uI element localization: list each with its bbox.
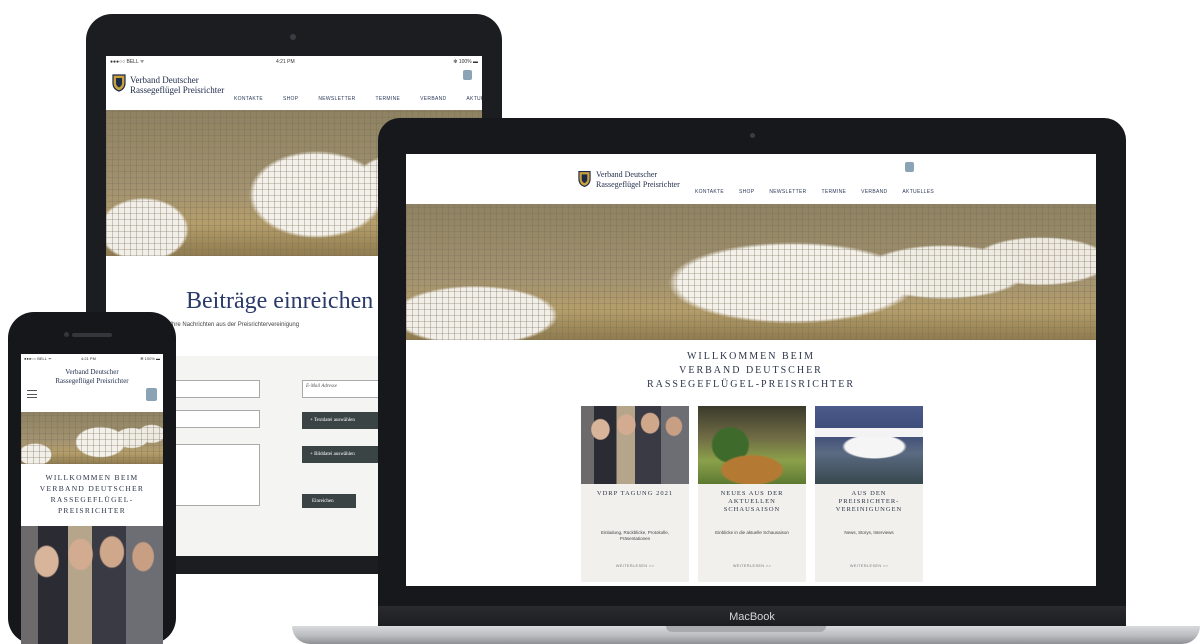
- status-battery: ✻ 100% ▬: [453, 59, 478, 65]
- card-title: VDRP TAGUNG 2021: [596, 490, 674, 497]
- status-time: 4:21 PM: [81, 356, 96, 361]
- status-battery: ✻ 100% ▬: [140, 356, 160, 361]
- nav-item-aktuelles[interactable]: AKTUELLES: [466, 96, 482, 102]
- brand-line-1: Verband Deutscher: [65, 368, 119, 376]
- phone-speaker: [72, 333, 112, 337]
- card-vdrp-tagung[interactable]: VDRP TAGUNG 2021 Einladung, Rückblicke, …: [581, 406, 689, 582]
- card-image-show: [698, 406, 806, 484]
- nav-item-termine[interactable]: TERMINE: [376, 96, 401, 102]
- tablet-camera: [290, 34, 296, 40]
- laptop-camera: [750, 133, 755, 138]
- welcome-line-3: RASSEGEFLÜGEL-PREISRICHTER: [646, 379, 856, 390]
- brand-name[interactable]: Verband Deutscher Rassegeflügel Preisric…: [21, 368, 163, 386]
- brand-line-2: Rassegeflügel Preisrichter: [596, 180, 680, 189]
- brand-line-2: Rassegeflügel Preisrichter: [55, 377, 129, 385]
- shield-logo-icon[interactable]: [578, 169, 591, 189]
- tablet-status-bar: ●●●○○ BELL ᯤ 4:21 PM ✻ 100% ▬: [106, 56, 482, 68]
- card-title: AUS DEN PREISRICHTER-VEREINIGUNGEN: [835, 490, 903, 513]
- card-image-meeting[interactable]: [21, 526, 163, 644]
- card-description: Einladung, Rückblicke, Protokolle, Präse…: [600, 530, 670, 541]
- phone-camera: [64, 332, 69, 337]
- laptop-label: MacBook: [378, 606, 1126, 628]
- page-title: Beiträge einreichen: [186, 288, 374, 314]
- brand-name[interactable]: Verband Deutscher Rassegeflügel Preisric…: [130, 75, 224, 95]
- read-more-link[interactable]: WEITERLESEN >>: [698, 564, 806, 568]
- nav-item-verband[interactable]: VERBAND: [420, 96, 446, 102]
- cart-icon[interactable]: [905, 162, 914, 172]
- nav-item-newsletter[interactable]: NEWSLETTER: [769, 189, 806, 195]
- welcome-line-3: RASSEGEFLÜGEL-: [50, 495, 134, 504]
- card-description: News, Storys, Interviews: [844, 530, 894, 535]
- brand-line-1: Verband Deutscher: [130, 75, 199, 85]
- nav-item-shop[interactable]: SHOP: [283, 96, 298, 102]
- hero-image-ducks: [406, 204, 1096, 340]
- card-image-meeting: [581, 406, 689, 484]
- laptop-device: Verband Deutscher Rassegeflügel Preisric…: [378, 118, 1126, 608]
- welcome-line-4: PREISRICHTER: [57, 506, 127, 515]
- status-carrier: ●●●○○ BELL ᯤ: [110, 59, 145, 65]
- cart-icon[interactable]: [463, 70, 472, 80]
- card-image-hall: [815, 406, 923, 484]
- hero-image-ducks: [21, 412, 163, 464]
- welcome-line-2: VERBAND DEUTSCHER: [39, 484, 145, 493]
- welcome-line-2: VERBAND DEUTSCHER: [679, 365, 823, 376]
- phone-status-bar: ●●●○○ BELL ᯤ 4:21 PM ✻ 100% ▬: [21, 354, 163, 364]
- laptop-main-nav: KONTAKTE SHOP NEWSLETTER TERMINE VERBAND…: [695, 189, 934, 195]
- phone-screen: ●●●○○ BELL ᯤ 4:21 PM ✻ 100% ▬ Verband De…: [21, 354, 163, 644]
- nav-item-kontakte[interactable]: KONTAKTE: [234, 96, 263, 102]
- status-carrier: ●●●○○ BELL ᯤ: [24, 356, 52, 361]
- hamburger-menu-icon[interactable]: [27, 390, 37, 401]
- laptop-opening-notch: [666, 626, 826, 632]
- read-more-link[interactable]: WEITERLESEN >>: [815, 564, 923, 568]
- cart-icon[interactable]: [146, 388, 157, 401]
- welcome-line-1: WILLKOMMEN BEIM: [686, 351, 816, 362]
- shield-logo-icon[interactable]: [112, 74, 126, 92]
- nav-item-shop[interactable]: SHOP: [739, 189, 754, 195]
- nav-item-kontakte[interactable]: KONTAKTE: [695, 189, 724, 195]
- nav-item-termine[interactable]: TERMINE: [822, 189, 847, 195]
- card-description: Einblicke in die aktuelle Schausaison: [715, 530, 789, 535]
- read-more-link[interactable]: WEITERLESEN >>: [581, 564, 689, 568]
- brand-line-1: Verband Deutscher: [596, 170, 658, 179]
- tablet-main-nav: KONTAKTE SHOP NEWSLETTER TERMINE VERBAND…: [234, 96, 482, 102]
- brand-name[interactable]: Verband Deutscher Rassegeflügel Preisric…: [596, 170, 680, 190]
- nav-item-verband[interactable]: VERBAND: [861, 189, 887, 195]
- card-vereinigungen[interactable]: AUS DEN PREISRICHTER-VEREINIGUNGEN News,…: [815, 406, 923, 582]
- phone-device: ●●●○○ BELL ᯤ 4:21 PM ✻ 100% ▬ Verband De…: [8, 312, 176, 644]
- submit-button[interactable]: Einreichen: [302, 494, 356, 508]
- brand-line-2: Rassegeflügel Preisrichter: [130, 85, 225, 95]
- nav-item-newsletter[interactable]: NEWSLETTER: [318, 96, 355, 102]
- nav-item-aktuelles[interactable]: AKTUELLES: [902, 189, 934, 195]
- card-title: NEUES AUS DER AKTUELLEN SCHAUSAISON: [720, 490, 784, 513]
- welcome-heading: WILLKOMMEN BEIM VERBAND DEUTSCHER RASSEG…: [406, 350, 1096, 392]
- status-time: 4:21 PM: [276, 59, 295, 65]
- welcome-line-1: WILLKOMMEN BEIM: [45, 473, 139, 482]
- welcome-heading: WILLKOMMEN BEIM VERBAND DEUTSCHER RASSEG…: [21, 472, 163, 516]
- laptop-screen: Verband Deutscher Rassegeflügel Preisric…: [406, 154, 1096, 586]
- card-schausaison[interactable]: NEUES AUS DER AKTUELLEN SCHAUSAISON Einb…: [698, 406, 806, 582]
